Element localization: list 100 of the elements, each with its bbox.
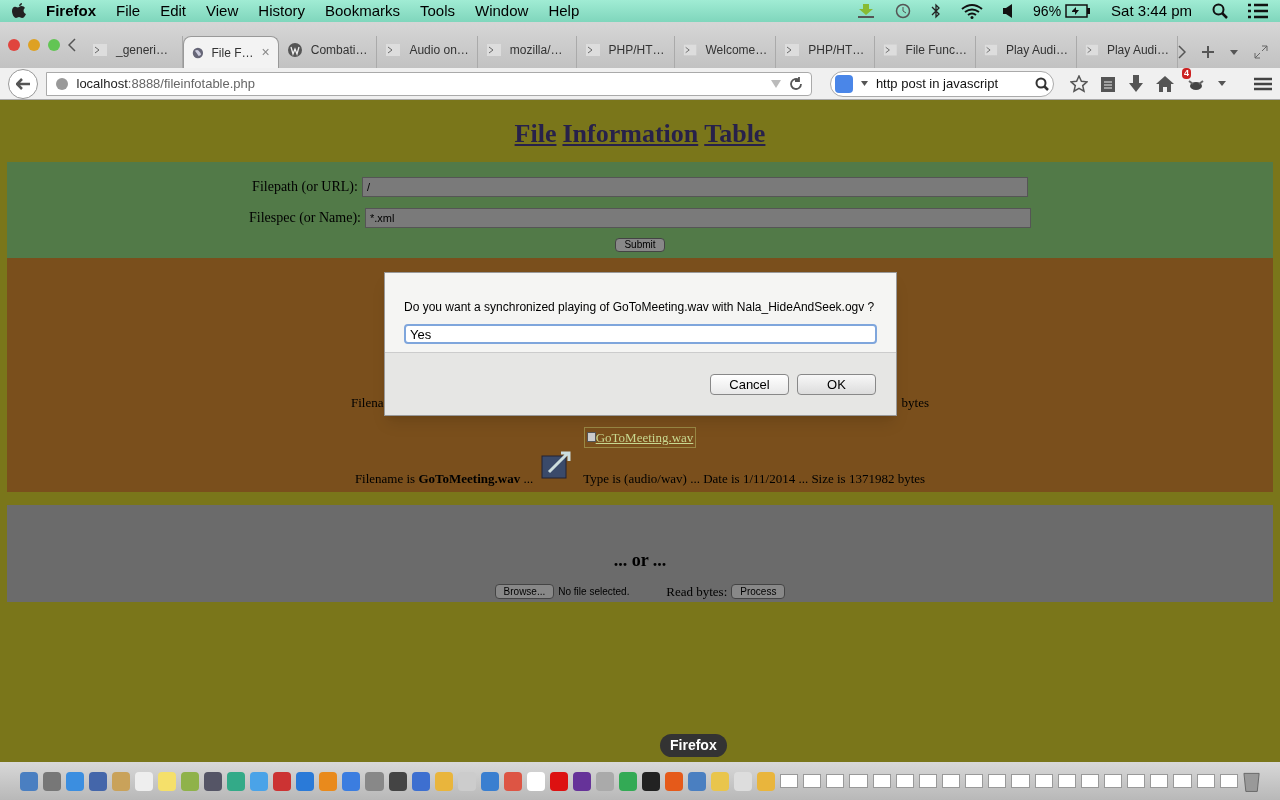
globe-icon	[54, 76, 69, 91]
dock-app-icon[interactable]	[641, 771, 660, 791]
clipboard-icon[interactable]	[1100, 74, 1116, 93]
dock-app-icon[interactable]	[388, 771, 407, 791]
page-icon	[385, 42, 402, 58]
dock-window-thumbnail[interactable]	[1057, 774, 1076, 788]
menu-item[interactable]: Edit	[160, 0, 187, 23]
caret-icon[interactable]	[860, 81, 868, 86]
dock-window-thumbnail[interactable]	[780, 774, 799, 788]
minimize-window-button[interactable]	[28, 39, 40, 51]
page-icon	[784, 42, 801, 58]
submit-button[interactable]: Submit	[615, 238, 665, 252]
clock[interactable]: Sat 3:44 pm	[1111, 0, 1192, 23]
page-icon	[983, 42, 998, 58]
address-bar[interactable]: localhost:8888/fileinfotable.php	[45, 71, 812, 96]
browse-button[interactable]: Browse...	[494, 584, 555, 600]
list-icon[interactable]	[1248, 3, 1268, 19]
search-icon[interactable]	[1035, 76, 1049, 91]
dock-window-thumbnail[interactable]	[988, 774, 1007, 788]
read-bytes-label: Read bytes:	[666, 583, 728, 601]
dock-window-thumbnail[interactable]	[1196, 774, 1215, 788]
row-text: Type is (audio/wav) ... Date is 1/11/2014 ... Size is 1371982 bytes	[583, 469, 926, 488]
ok-button[interactable]: OK	[797, 373, 876, 395]
page-icon	[92, 42, 108, 58]
row-text: Filename is GoToMeeting.wav ...	[354, 469, 534, 488]
text-field[interactable]: *.xml	[365, 207, 1031, 228]
app-menu[interactable]: Firefox	[46, 0, 96, 23]
clock-icon[interactable]	[895, 3, 912, 19]
wordpress-icon	[286, 42, 303, 58]
text-field[interactable]: /	[361, 176, 1028, 197]
dock-window-thumbnail[interactable]	[1173, 774, 1192, 788]
cancel-button[interactable]: Cancel	[710, 373, 789, 395]
dock-window-thumbnail[interactable]	[918, 774, 937, 788]
download-icon[interactable]	[857, 4, 876, 18]
dock-window-thumbnail[interactable]	[1034, 774, 1053, 788]
dock-window-thumbnail[interactable]	[895, 774, 914, 788]
row-text: Filena	[351, 394, 384, 412]
page-icon	[485, 42, 502, 58]
field-label: Filepath (or URL):	[252, 178, 358, 196]
plus-icon[interactable]	[1201, 46, 1214, 58]
dock-app-icon[interactable]	[204, 771, 223, 791]
notification-badge: 4	[1182, 67, 1191, 79]
back-arrow-icon	[15, 77, 30, 90]
trash-icon[interactable]	[1242, 770, 1260, 792]
audio-link[interactable]: GoToMeeting.wav	[583, 426, 697, 448]
close-window-button[interactable]	[8, 39, 20, 51]
page-icon	[584, 42, 601, 58]
caret-icon[interactable]	[1229, 49, 1238, 55]
browser-tab[interactable]: File F… ×	[182, 36, 279, 68]
star-icon[interactable]	[1070, 74, 1088, 93]
battery-percent: 96%	[1033, 1, 1062, 21]
chevron-right-icon[interactable]	[1177, 45, 1186, 59]
menu-item[interactable]: Bookmarks	[324, 0, 400, 23]
dock-window-thumbnail[interactable]	[965, 774, 984, 788]
dock-window-thumbnail[interactable]	[826, 774, 845, 788]
dock-app-icon[interactable]	[572, 771, 591, 791]
search-icon[interactable]	[1212, 3, 1228, 19]
dock-window-thumbnail[interactable]	[1127, 774, 1146, 788]
dock-window-thumbnail[interactable]	[1011, 774, 1030, 788]
broken-image-icon	[586, 432, 596, 443]
process-button[interactable]: Process	[731, 584, 786, 600]
menu-item[interactable]: Tools	[420, 0, 456, 23]
dock-window-thumbnail[interactable]	[942, 774, 961, 788]
chevron-left-icon[interactable]	[68, 38, 76, 52]
page-icon	[683, 42, 698, 58]
dock-window-thumbnail[interactable]	[1080, 774, 1099, 788]
dock-window-thumbnail[interactable]	[1104, 774, 1123, 788]
menu-icon[interactable]	[1254, 76, 1272, 91]
row-text: bytes	[901, 394, 929, 412]
dock-window-thumbnail[interactable]	[1150, 774, 1169, 788]
menu-item[interactable]: Help	[548, 0, 580, 23]
search-field[interactable]: http post in javascript	[829, 70, 1054, 97]
bluetooth-icon[interactable]	[931, 3, 942, 19]
wifi-icon[interactable]	[961, 3, 984, 19]
or-heading: ... or ...	[613, 549, 667, 572]
dock-window-thumbnail[interactable]	[849, 774, 868, 788]
page-icon	[882, 42, 898, 58]
search-engine-icon[interactable]	[834, 74, 853, 93]
caret-icon[interactable]	[1218, 81, 1226, 86]
dialog-message: Do you want a synchronized playing of GoToMeeting.wav with Nala_HideAndSeek.ogv ?	[404, 299, 876, 316]
home-icon[interactable]	[1156, 75, 1174, 92]
download-arrow-icon[interactable]	[1128, 74, 1144, 93]
menu-item[interactable]: File	[116, 0, 141, 23]
menu-item[interactable]: Window	[475, 0, 529, 23]
apple-icon[interactable]	[12, 3, 26, 19]
dock-window-thumbnail[interactable]	[872, 774, 891, 788]
reload-icon[interactable]	[788, 76, 803, 91]
back-button[interactable]	[8, 68, 38, 99]
dock-window-thumbnail[interactable]	[1219, 774, 1238, 788]
dock-tooltip: Firefox	[660, 734, 727, 757]
page-icon	[1084, 42, 1099, 58]
battery-icon[interactable]	[1065, 4, 1092, 18]
prompt-field[interactable]: Yes	[404, 324, 877, 344]
menu-item[interactable]: View	[206, 0, 239, 23]
field-label: Filespec (or Name):	[249, 209, 361, 227]
file-status: No file selected.	[558, 585, 631, 600]
fullscreen-icon[interactable]	[1253, 45, 1268, 59]
speaker-icon[interactable]	[1003, 4, 1014, 18]
menu-item[interactable]: History	[258, 0, 305, 23]
dock-window-thumbnail[interactable]	[803, 774, 822, 788]
